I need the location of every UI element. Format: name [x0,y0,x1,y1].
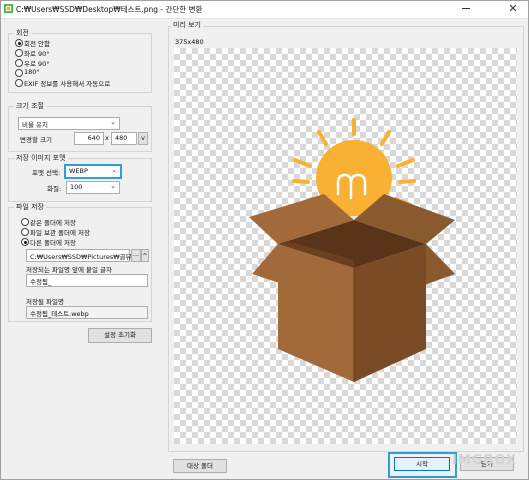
preview-canvas [174,48,517,444]
chevron-down-icon: ⌄ [110,182,116,190]
save-other-folder-label[interactable]: 다른 폴더에 저장 [30,237,76,247]
quality-select-value: 100 [70,183,83,191]
title-bar: C:₩Users₩SSD₩Desktop₩테스트.png - 간단한 변환 ✕ [0,0,529,19]
target-folder-button[interactable]: 대상 폴더 [173,459,227,473]
box-face-right [354,244,426,382]
save-same-folder-label[interactable]: 같은 폴더에 저장 [30,217,76,227]
save-archive-folder-radio[interactable] [21,228,29,236]
save-archive-folder-label[interactable]: 파일 보관 폴더에 저장 [30,227,90,237]
preview-group-label: 미리 보기 [171,20,203,30]
rotation-option-none-label[interactable]: 회전 안함 [24,38,50,48]
chevron-down-icon: ⌄ [110,118,116,126]
rotation-option-left-radio[interactable] [15,49,23,57]
window-title: C:₩Users₩SSD₩Desktop₩테스트.png - 간단한 변환 [16,5,203,14]
save-path-value: C:₩Users₩SSD₩Pictures₩골뷰 [30,253,132,261]
resize-mode-value: 비율 유지 [22,121,48,129]
resize-height-input[interactable]: 480 [111,132,137,145]
resize-x-separator: x [105,134,109,142]
filename-value: 수정됨_테스트.webp [30,310,89,318]
quality-select[interactable]: 100 ⌄ [66,181,120,194]
format-select[interactable]: WEBP ⌄ [64,164,122,179]
resize-mode-select[interactable]: 비율 유지 ⌄ [18,117,120,130]
resize-height-value: 480 [115,134,128,142]
save-same-folder-radio[interactable] [21,218,29,226]
app-icon [4,4,13,13]
start-button[interactable]: 시작 [394,457,450,471]
resize-group-label: 크기 조절 [14,101,46,111]
rotation-option-180-radio[interactable] [15,69,23,77]
resize-size-label: 변경할 크기 [20,136,52,144]
reset-settings-button[interactable]: 설정 초기화 [88,328,152,343]
rotation-option-exif-label[interactable]: EXIF 정보를 사용해서 자동으로 [24,78,110,88]
save-path-input[interactable]: C:₩Users₩SSD₩Pictures₩골뷰 [26,249,132,262]
watermark: IMGBOX [452,453,517,468]
rotation-option-exif-radio[interactable] [15,79,23,87]
rotation-option-180-label[interactable]: 180° [24,68,40,76]
rotation-option-right-label[interactable]: 우로 90° [24,58,50,68]
chevron-down-icon: ⌄ [111,166,117,174]
format-select-value: WEBP [69,167,88,175]
rotation-option-none-radio[interactable] [15,39,23,47]
prefix-value: 수정됨_ [30,278,52,286]
format-group-label: 저장 이미지 포맷 [14,153,68,163]
browse-folder-button[interactable]: ... [131,249,141,262]
filename-label: 저장될 파일명 [26,298,64,306]
resize-spin-button[interactable]: v [138,132,148,145]
rotation-group-label: 회전 [14,28,31,38]
prefix-input[interactable]: 수정됨_ [26,274,148,287]
save-path-spin-button[interactable]: ^ [141,249,149,262]
resize-width-value: 640 [87,134,100,142]
save-other-folder-radio[interactable] [21,238,29,246]
prefix-label: 저장되는 파일명 앞에 붙일 글자 [26,266,113,274]
rotation-option-left-label[interactable]: 좌로 90° [24,48,50,58]
quality-select-label: 화질: [47,185,62,193]
format-select-label: 포맷 선택: [32,169,61,177]
minimize-icon[interactable] [462,8,470,9]
save-group-label: 파일 저장 [14,202,46,212]
preview-image [249,118,455,382]
box-face-left [278,244,354,382]
filename-field: 수정됨_테스트.webp [26,306,148,319]
preview-size-text: 375x480 [175,38,204,46]
resize-width-input[interactable]: 640 [74,132,104,145]
rotation-option-right-radio[interactable] [15,59,23,67]
close-icon[interactable]: ✕ [503,1,523,17]
